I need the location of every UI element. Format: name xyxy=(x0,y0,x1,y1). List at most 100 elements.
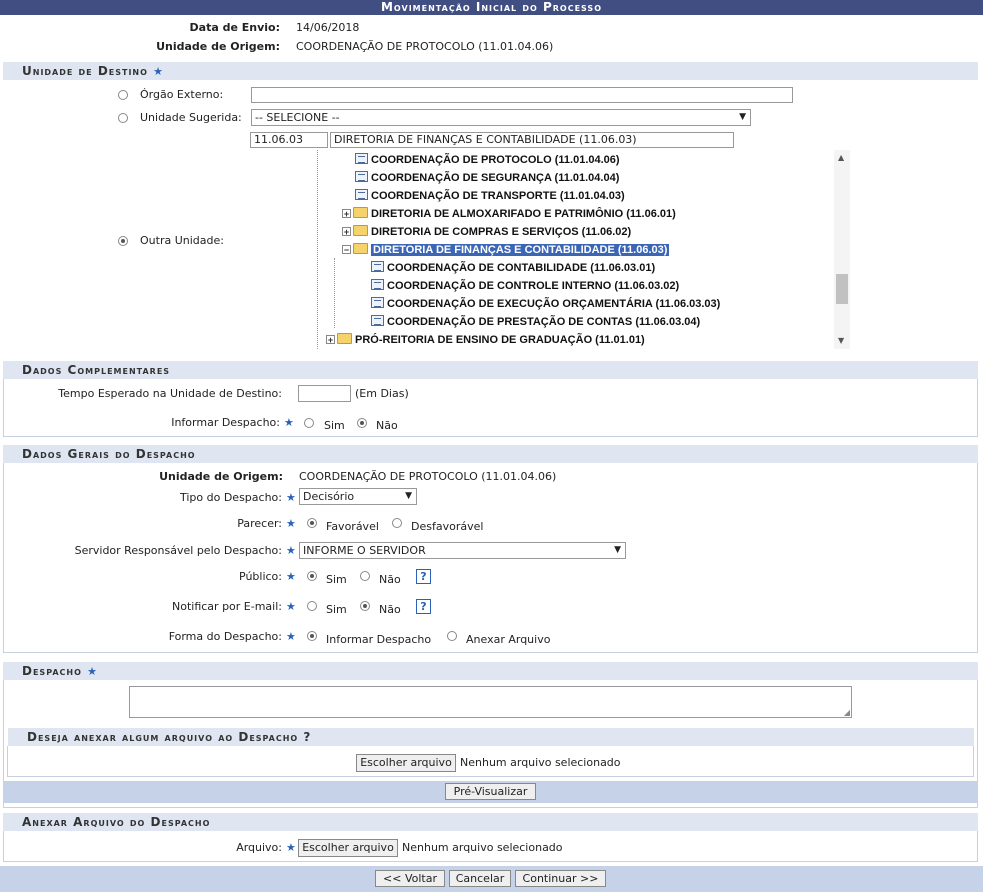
unidade-origem-value: COORDENAÇÃO DE PROTOCOLO (11.01.04.06) xyxy=(296,40,554,53)
informar-sim-label: Sim xyxy=(324,419,345,432)
resize-handle-icon[interactable]: ◢ xyxy=(844,708,850,717)
publico-nao-label: Não xyxy=(379,573,401,586)
unit-tree[interactable]: COORDENAÇÃO DE PROTOCOLO (11.01.04.06) C… xyxy=(250,150,850,349)
outra-unidade-label: Outra Unidade: xyxy=(140,234,224,247)
unidade-nome-input[interactable]: DIRETORIA DE FINANÇAS E CONTABILIDADE (1… xyxy=(330,132,734,148)
notificar-sim-label: Sim xyxy=(326,603,347,616)
tree-guide-line xyxy=(334,258,335,328)
required-star-icon: ★ xyxy=(286,517,296,530)
tree-item-label: DIRETORIA DE FINANÇAS E CONTABILIDADE (1… xyxy=(371,244,670,256)
scrollbar-thumb[interactable] xyxy=(836,274,848,304)
voltar-button[interactable]: << Voltar xyxy=(375,870,445,887)
scroll-up-icon[interactable]: ▲ xyxy=(838,153,844,162)
unidade-codigo-input[interactable]: 11.06.03 xyxy=(250,132,328,148)
despacho-header: Despacho ★ xyxy=(3,662,978,680)
unidade-sugerida-radio[interactable] xyxy=(118,113,128,123)
servidor-select[interactable]: INFORME O SERVIDOR ▼ xyxy=(299,542,626,559)
publico-nao-radio[interactable] xyxy=(360,571,370,581)
section-title: Unidade de Destino xyxy=(22,64,148,78)
orgao-externo-radio[interactable] xyxy=(118,90,128,100)
tempo-unit: (Em Dias) xyxy=(355,387,409,400)
data-envio-value: 14/06/2018 xyxy=(296,21,360,34)
forma-anexar-radio[interactable] xyxy=(447,631,457,641)
unidade-sugerida-select[interactable]: -- SELECIONE -- ▼ xyxy=(251,109,751,126)
tree-item[interactable]: + DIRETORIA DE COMPRAS E SERVIÇOS (11.06.… xyxy=(342,223,631,241)
tree-scrollbar[interactable]: ▲ ▼ xyxy=(834,150,850,349)
tree-item-label: COORDENAÇÃO DE CONTABILIDADE (11.06.03.0… xyxy=(387,262,656,274)
help-icon[interactable]: ? xyxy=(416,599,431,614)
informar-nao-radio[interactable] xyxy=(357,418,367,428)
data-envio-label: Data de Envio: xyxy=(189,21,280,34)
unit-icon xyxy=(371,297,384,308)
tempo-input[interactable] xyxy=(298,385,351,402)
parecer-favoravel-radio[interactable] xyxy=(307,518,317,528)
expand-icon[interactable]: + xyxy=(342,209,351,219)
tree-item-label: PRÓ-REITORIA DE ENSINO DE GRADUAÇÃO (11.… xyxy=(355,334,645,346)
notificar-nao-label: Não xyxy=(379,603,401,616)
continuar-button[interactable]: Continuar >> xyxy=(515,870,606,887)
collapse-icon[interactable]: − xyxy=(342,245,351,255)
unidade-origem-label: Unidade de Origem: xyxy=(156,40,280,53)
informar-nao-label: Não xyxy=(376,419,398,432)
forma-label: Forma do Despacho: xyxy=(168,630,282,643)
dropdown-arrow-icon: ▼ xyxy=(405,491,412,501)
tree-item[interactable]: + PRÓ-REITORIA DE ENSINO DE GRADUAÇÃO (11… xyxy=(326,331,645,349)
tree-item[interactable]: COORDENAÇÃO DE SEGURANÇA (11.01.04.04) xyxy=(355,169,619,187)
orgao-externo-input[interactable] xyxy=(251,87,793,103)
servidor-label: Servidor Responsável pelo Despacho: xyxy=(74,544,282,557)
required-star-icon: ★ xyxy=(286,570,296,583)
publico-sim-radio[interactable] xyxy=(307,571,317,581)
select-value: Decisório xyxy=(303,490,355,503)
required-star-icon: ★ xyxy=(87,665,98,678)
tipo-despacho-select[interactable]: Decisório ▼ xyxy=(299,488,417,505)
nenhum-arquivo-text: Nenhum arquivo selecionado xyxy=(460,756,621,769)
parecer-desfavoravel-radio[interactable] xyxy=(392,518,402,528)
required-star-icon: ★ xyxy=(286,491,296,504)
arquivo-escolher-button[interactable]: Escolher arquivo xyxy=(298,839,398,857)
anexar-question-header: Deseja anexar algum arquivo ao Despacho … xyxy=(8,728,974,746)
expand-icon[interactable]: + xyxy=(326,335,335,345)
select-value: -- SELECIONE -- xyxy=(255,111,340,124)
publico-label: Público: xyxy=(239,570,282,583)
forma-informar-radio[interactable] xyxy=(307,631,317,641)
folder-icon xyxy=(353,207,368,218)
scroll-down-icon[interactable]: ▼ xyxy=(838,336,844,345)
tree-item[interactable]: COORDENAÇÃO DE PROTOCOLO (11.01.04.06) xyxy=(355,151,620,169)
required-star-icon: ★ xyxy=(286,841,296,854)
folder-open-icon xyxy=(353,243,368,254)
cancelar-button[interactable]: Cancelar xyxy=(449,870,511,887)
select-value: INFORME O SERVIDOR xyxy=(303,544,426,557)
forma-informar-label: Informar Despacho xyxy=(326,633,432,646)
tree-item[interactable]: COORDENAÇÃO DE TRANSPORTE (11.01.04.03) xyxy=(355,187,625,205)
outra-unidade-radio[interactable] xyxy=(118,236,128,246)
help-icon[interactable]: ? xyxy=(416,569,431,584)
notificar-sim-radio[interactable] xyxy=(307,601,317,611)
forma-anexar-label: Anexar Arquivo xyxy=(466,633,551,646)
dropdown-arrow-icon: ▼ xyxy=(739,112,746,122)
dados-gerais-header: Dados Gerais do Despacho xyxy=(3,445,978,463)
despacho-textarea[interactable]: ◢ xyxy=(129,686,852,718)
informar-sim-radio[interactable] xyxy=(304,418,314,428)
tree-item-label: COORDENAÇÃO DE TRANSPORTE (11.01.04.03) xyxy=(371,190,625,202)
tree-item[interactable]: COORDENAÇÃO DE CONTABILIDADE (11.06.03.0… xyxy=(371,259,655,277)
unit-icon xyxy=(371,315,384,326)
tree-item-selected[interactable]: − DIRETORIA DE FINANÇAS E CONTABILIDADE (… xyxy=(342,241,670,259)
informar-despacho-label: Informar Despacho: xyxy=(171,416,280,429)
required-star-icon: ★ xyxy=(286,544,296,557)
tree-item-label: COORDENAÇÃO DE SEGURANÇA (11.01.04.04) xyxy=(371,172,620,184)
escolher-arquivo-button[interactable]: Escolher arquivo xyxy=(356,754,456,772)
arquivo-nenhum-text: Nenhum arquivo selecionado xyxy=(402,841,563,854)
tree-item[interactable]: COORDENAÇÃO DE CONTROLE INTERNO (11.06.0… xyxy=(371,277,679,295)
tree-item[interactable]: COORDENAÇÃO DE PRESTAÇÃO DE CONTAS (11.0… xyxy=(371,313,700,331)
tree-item-label: COORDENAÇÃO DE PRESTAÇÃO DE CONTAS (11.0… xyxy=(387,316,701,328)
tree-item-label: COORDENAÇÃO DE PROTOCOLO (11.01.04.06) xyxy=(371,154,620,166)
arquivo-label: Arquivo: xyxy=(236,841,282,854)
notificar-nao-radio[interactable] xyxy=(360,601,370,611)
unit-icon xyxy=(371,261,384,272)
tipo-despacho-label: Tipo do Despacho: xyxy=(179,491,282,504)
tree-item[interactable]: + DIRETORIA DE ALMOXARIFADO E PATRIMÔNIO … xyxy=(342,205,676,223)
expand-icon[interactable]: + xyxy=(342,227,351,237)
tree-item[interactable]: COORDENAÇÃO DE EXECUÇÃO ORÇAMENTÁRIA (11… xyxy=(371,295,720,313)
pre-visualizar-button[interactable]: Pré-Visualizar xyxy=(445,783,536,800)
tree-guide-line xyxy=(317,150,318,349)
